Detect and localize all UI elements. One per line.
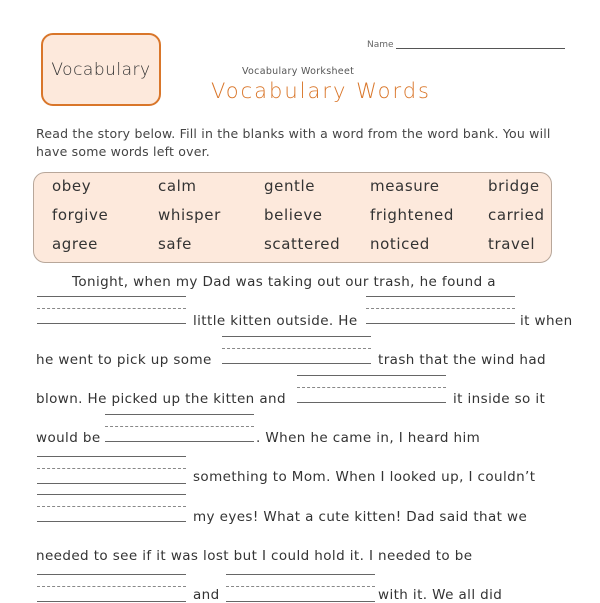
story-text: my eyes! What a cute kitten! Dad said th…	[193, 509, 528, 525]
instructions: Read the story below. Fill in the blanks…	[36, 126, 551, 159]
blank-base-line	[226, 601, 375, 602]
story-text: Tonight, when my Dad was taking out our …	[72, 274, 496, 290]
story-text: something to Mom. When I looked up, I co…	[193, 469, 536, 485]
blank-top-line	[37, 296, 186, 297]
blank-base-line	[105, 441, 254, 442]
vocabulary-badge: Vocabulary	[41, 33, 161, 106]
word-bank-item: forgive	[52, 206, 109, 224]
blank-mid-line	[222, 348, 371, 349]
story-text: needed to see if it was lost but I could…	[36, 548, 473, 564]
blank-base-line	[366, 323, 515, 324]
story-text: it inside so it	[453, 391, 546, 407]
word-bank-item: travel	[488, 235, 536, 253]
story-text: and	[193, 587, 220, 603]
blank-top-line	[37, 494, 186, 495]
answer-blank[interactable]	[297, 375, 446, 403]
answer-blank[interactable]	[37, 456, 186, 484]
story-text: . When he came in, I heard him	[256, 430, 481, 446]
word-bank-item: measure	[370, 177, 440, 195]
blank-mid-line	[37, 468, 186, 469]
story-text: he went to pick up some	[36, 352, 212, 368]
story-text: would be	[36, 430, 101, 446]
word-bank-item: carried	[488, 206, 545, 224]
worksheet-subtitle: Vocabulary Worksheet	[242, 66, 355, 77]
answer-blank[interactable]	[105, 414, 254, 442]
blank-base-line	[297, 402, 446, 403]
answer-blank[interactable]	[37, 574, 186, 602]
name-label: Name	[367, 40, 394, 50]
story-text: with it. We all did	[378, 587, 503, 603]
word-bank-item: noticed	[370, 235, 430, 253]
word-bank-item: frightened	[370, 206, 455, 224]
blank-top-line	[105, 414, 254, 415]
word-bank-item: calm	[158, 177, 197, 195]
story-text: it when	[520, 313, 573, 329]
word-bank-item: scattered	[264, 235, 341, 253]
blank-mid-line	[297, 387, 446, 388]
blank-top-line	[37, 574, 186, 575]
story-text: trash that the wind had	[378, 352, 546, 368]
worksheet-title: Vocabulary Words	[211, 79, 431, 103]
blank-mid-line	[37, 506, 186, 507]
answer-blank[interactable]	[222, 336, 371, 364]
answer-blank[interactable]	[37, 494, 186, 522]
story-text: blown. He picked up the kitten and	[36, 391, 286, 407]
word-bank-item: bridge	[488, 177, 540, 195]
blank-mid-line	[37, 308, 186, 309]
blank-top-line	[226, 574, 375, 575]
blank-base-line	[37, 521, 186, 522]
blank-top-line	[37, 456, 186, 457]
word-bank-item: safe	[158, 235, 192, 253]
word-bank-item: agree	[52, 235, 99, 253]
word-bank-item: whisper	[158, 206, 221, 224]
blank-base-line	[37, 601, 186, 602]
blank-base-line	[222, 363, 371, 364]
badge-label: Vocabulary	[51, 59, 151, 80]
word-bank-item: believe	[264, 206, 323, 224]
answer-blank[interactable]	[226, 574, 375, 602]
blank-mid-line	[37, 586, 186, 587]
blank-top-line	[222, 336, 371, 337]
word-bank-item: gentle	[264, 177, 316, 195]
blank-mid-line	[105, 426, 254, 427]
blank-top-line	[297, 375, 446, 376]
name-field[interactable]	[396, 48, 565, 49]
blank-base-line	[37, 323, 186, 324]
word-bank-item: obey	[52, 177, 92, 195]
story-text: little kitten outside. He	[193, 313, 358, 329]
answer-blank[interactable]	[37, 296, 186, 324]
blank-base-line	[37, 483, 186, 484]
answer-blank[interactable]	[366, 296, 515, 324]
blank-mid-line	[226, 586, 375, 587]
blank-mid-line	[366, 308, 515, 309]
blank-top-line	[366, 296, 515, 297]
